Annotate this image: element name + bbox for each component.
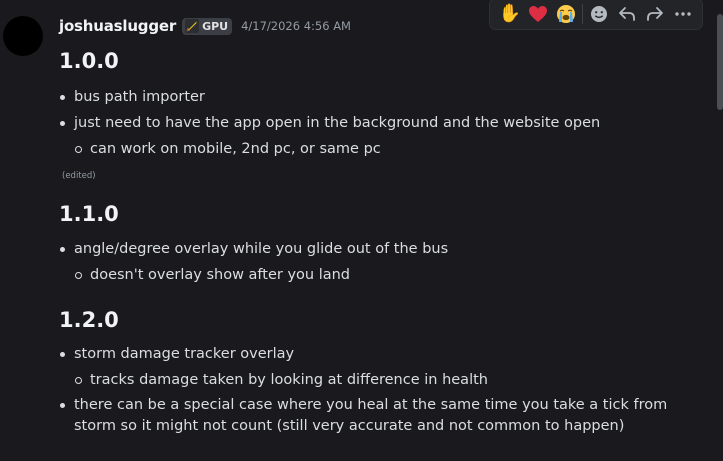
version-heading: 1.2.0	[59, 308, 119, 332]
sub-list-item: can work on mobile, 2nd pc, or same pc	[58, 136, 698, 162]
list-item: just need to have the app open in the ba…	[58, 110, 698, 136]
crying-face-reaction-button[interactable]	[552, 0, 580, 28]
list-item: there can be a special case where you he…	[58, 393, 698, 437]
scrollbar[interactable]	[717, 0, 723, 461]
scrollbar-thumb[interactable]	[717, 14, 723, 110]
sub-list-item: tracks damage taken by looking at differ…	[58, 367, 698, 393]
raised-hand-reaction-button[interactable]: ✋	[496, 0, 524, 28]
forward-icon	[647, 7, 663, 21]
more-options-button[interactable]	[669, 0, 697, 28]
toolbar-divider	[582, 4, 583, 24]
raised-hand-icon: ✋	[498, 3, 522, 24]
add-reaction-button[interactable]	[585, 0, 613, 28]
more-icon	[675, 12, 691, 16]
server-tag-badge[interactable]: GPU	[182, 17, 233, 35]
reply-icon	[619, 7, 635, 21]
changelog-list: bus path importer just need to have the …	[58, 84, 698, 162]
message-header: joshuaslugger GPU 4/17/2026 4:56 AM	[59, 13, 351, 39]
changelog-list: angle/degree overlay while you glide out…	[58, 236, 698, 288]
list-item: angle/degree overlay while you glide out…	[58, 236, 698, 262]
list-item: storm damage tracker overlay	[58, 341, 698, 367]
username[interactable]: joshuaslugger	[59, 17, 176, 35]
changelog-list: storm damage tracker overlay tracks dama…	[58, 341, 698, 437]
forward-button[interactable]	[641, 0, 669, 28]
add-reaction-icon	[591, 6, 607, 22]
message-hover-toolbar: ✋	[489, 0, 703, 30]
version-heading: 1.0.0	[59, 49, 119, 73]
version-heading: 1.1.0	[59, 202, 119, 226]
edited-label: (edited)	[62, 171, 96, 181]
list-item: bus path importer	[58, 84, 698, 110]
heart-icon	[529, 6, 547, 22]
server-tag-label: GPU	[202, 19, 229, 33]
avatar[interactable]	[3, 16, 43, 56]
heart-reaction-button[interactable]	[524, 0, 552, 28]
reply-button[interactable]	[613, 0, 641, 28]
crying-face-icon	[557, 5, 575, 23]
message-timestamp[interactable]: 4/17/2026 4:56 AM	[241, 19, 351, 33]
sword-icon	[185, 19, 200, 33]
sub-list-item: doesn't overlay show after you land	[58, 262, 698, 288]
chat-message: joshuaslugger GPU 4/17/2026 4:56 AM 1.0.…	[0, 0, 723, 461]
